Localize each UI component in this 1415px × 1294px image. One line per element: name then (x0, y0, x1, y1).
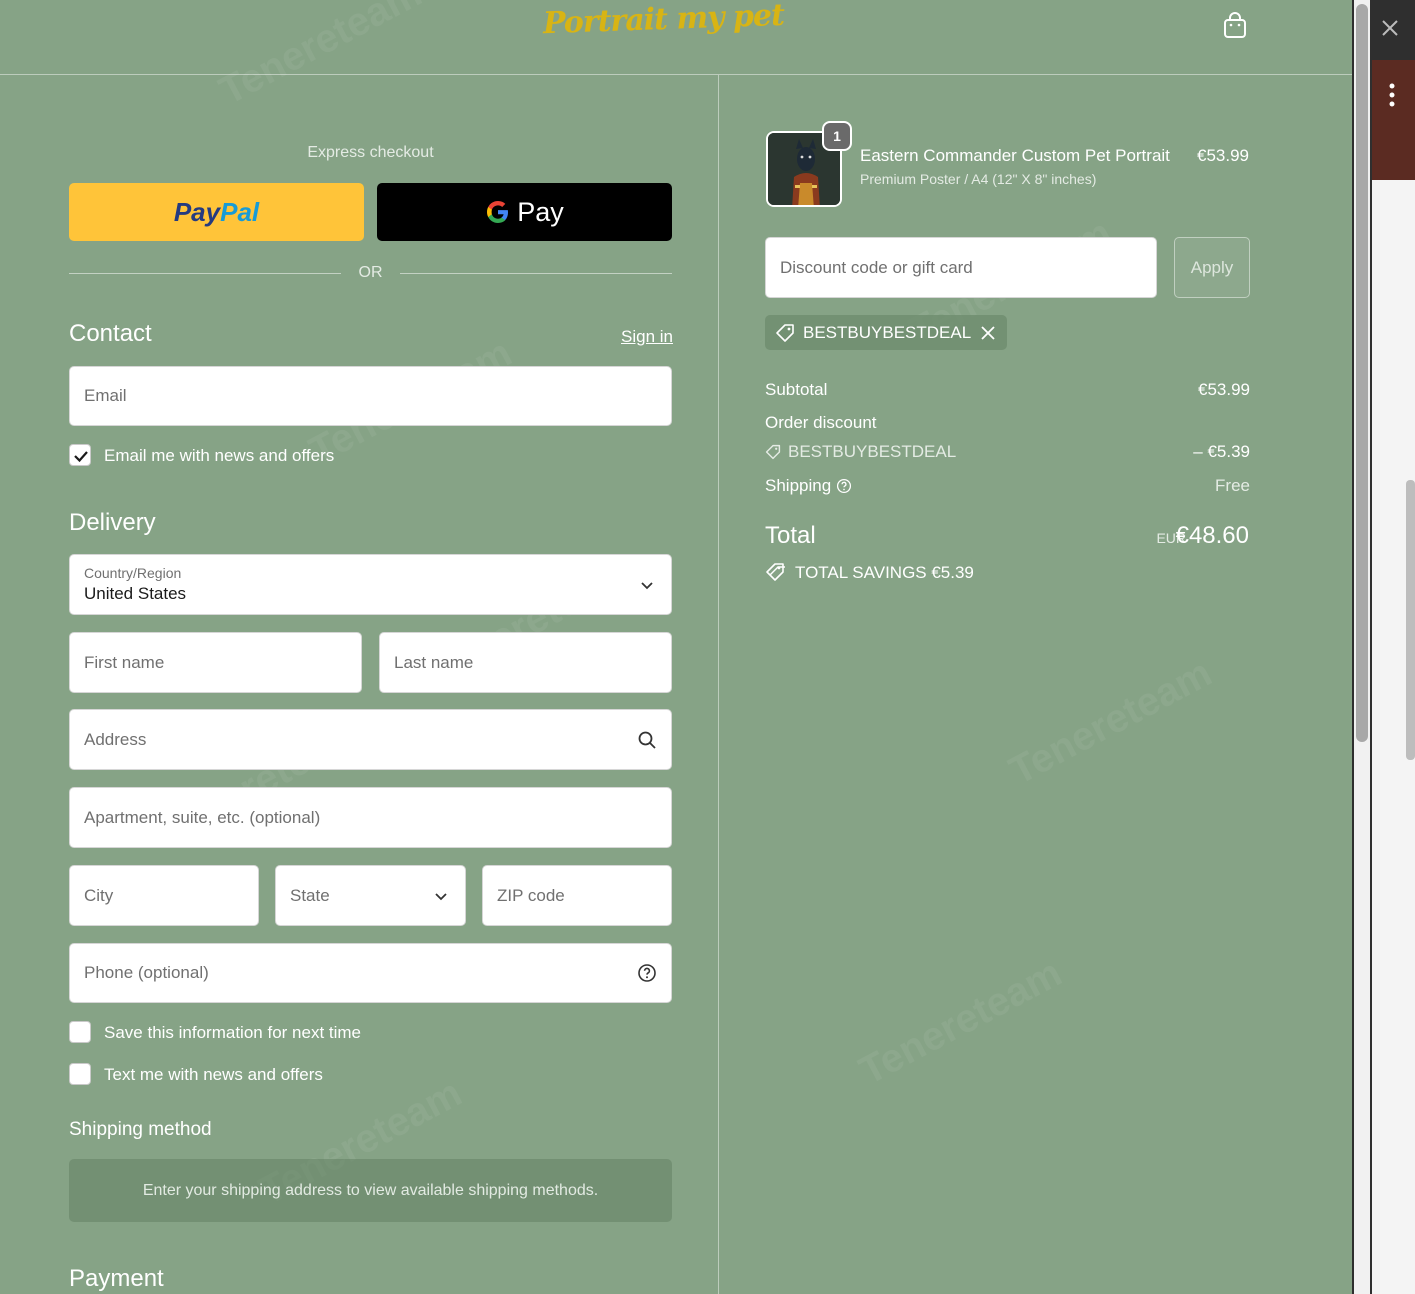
phone-placeholder: Phone (optional) (84, 963, 209, 982)
total-value: €48.60 (1175, 522, 1249, 549)
paypal-button[interactable]: Pay Pal (69, 183, 364, 241)
city-field[interactable]: City (69, 865, 259, 926)
phone-field[interactable]: Phone (optional) (69, 943, 672, 1003)
side-panel-scrollbar[interactable] (1406, 480, 1415, 760)
shopping-bag-icon[interactable] (1222, 12, 1248, 40)
order-discount-row: Order discount (765, 413, 1250, 433)
country-value: United States (84, 584, 187, 603)
shipping-row: Shipping Free (765, 476, 1250, 496)
last-name-placeholder: Last name (394, 652, 474, 672)
shipping-methods-placeholder: Enter your shipping address to view avai… (69, 1159, 672, 1222)
email-news-checkbox[interactable] (69, 444, 91, 466)
email-news-label: Email me with news and offers (104, 446, 335, 465)
remove-code-icon[interactable] (980, 325, 996, 341)
shipping-method-heading: Shipping method (69, 1119, 212, 1140)
search-icon (638, 731, 656, 749)
text-me-checkbox[interactable] (69, 1063, 91, 1085)
or-label: OR (358, 264, 383, 281)
google-pay-label: Pay (517, 196, 564, 227)
apartment-placeholder: Apartment, suite, etc. (optional) (84, 807, 321, 827)
subtotal-label: Subtotal (765, 380, 828, 399)
sign-in-link[interactable]: Sign in (621, 327, 673, 347)
quantity-badge: 1 (822, 121, 852, 151)
total-savings: TOTAL SAVINGS €5.39 (795, 563, 974, 582)
product-name: Eastern Commander Custom Pet Portrait (860, 146, 1170, 165)
shipping-label: Shipping (765, 476, 832, 495)
column-divider (718, 75, 719, 1294)
payment-heading: Payment (69, 1265, 164, 1292)
email-placeholder: Email (84, 386, 127, 405)
watermark: Tenereteam (852, 950, 1069, 1094)
subtotal-row: Subtotal €53.99 (765, 380, 1250, 400)
address-field[interactable]: Address (69, 709, 672, 770)
country-select[interactable]: Country/Region United States (69, 554, 672, 615)
zip-field[interactable]: ZIP code (482, 865, 672, 926)
country-label: Country/Region (84, 565, 182, 581)
more-options-icon[interactable] (1386, 82, 1398, 108)
first-name-placeholder: First name (84, 652, 165, 672)
product-price: €53.99 (1197, 146, 1249, 165)
discount-code-label: BESTBUYBESTDEAL (788, 442, 957, 461)
chevron-down-icon (641, 581, 653, 589)
tag-icon (776, 324, 794, 342)
chevron-down-icon (435, 892, 447, 900)
tag-icon (765, 444, 781, 460)
help-circle-icon[interactable] (836, 478, 852, 494)
checkmark-icon (74, 451, 88, 463)
savings-tag-icon (766, 563, 785, 581)
text-me-label: Text me with news and offers (104, 1065, 323, 1084)
email-field[interactable]: Email (69, 366, 672, 426)
last-name-field[interactable]: Last name (379, 632, 672, 693)
shipping-value: Free (1215, 476, 1250, 495)
express-checkout-label: Express checkout (307, 144, 434, 161)
apply-button[interactable]: Apply (1174, 237, 1250, 298)
discount-code-field[interactable]: Discount code or gift card (765, 237, 1157, 298)
or-divider: OR (69, 262, 672, 284)
subtotal-value: €53.99 (1198, 380, 1250, 399)
close-icon[interactable] (1380, 18, 1400, 38)
discount-value: – €5.39 (1193, 442, 1250, 461)
contact-heading: Contact (69, 320, 152, 347)
paypal-text-part2: Pal (220, 196, 260, 227)
applied-code-label: BESTBUYBESTDEAL (803, 323, 972, 342)
applied-discount-chip: BESTBUYBESTDEAL (765, 315, 1007, 350)
apartment-field[interactable]: Apartment, suite, etc. (optional) (69, 787, 672, 848)
save-info-checkbox[interactable] (69, 1021, 91, 1043)
paypal-text-part1: Pay (173, 196, 221, 227)
order-discount-label: Order discount (765, 413, 877, 432)
state-select[interactable]: State (275, 865, 466, 926)
city-placeholder: City (84, 885, 114, 905)
zip-placeholder: ZIP code (497, 885, 565, 905)
address-placeholder: Address (84, 729, 147, 749)
first-name-field[interactable]: First name (69, 632, 362, 693)
store-logo[interactable]: Portrait my pet (542, 0, 784, 41)
save-info-label: Save this information for next time (104, 1023, 362, 1042)
side-panel-header (1372, 60, 1415, 180)
help-circle-icon[interactable] (637, 963, 657, 983)
header: Portrait my pet (0, 0, 1352, 75)
google-g-icon (487, 201, 509, 223)
product-variant: Premium Poster / A4 (12" X 8" inches) (860, 171, 1097, 187)
discount-placeholder: Discount code or gift card (780, 258, 973, 277)
total-label: Total (765, 522, 816, 549)
state-placeholder: State (290, 885, 330, 905)
google-pay-button[interactable]: Pay (377, 183, 672, 241)
delivery-heading: Delivery (69, 509, 156, 536)
watermark: Tenereteam (1002, 650, 1219, 794)
scrollbar-thumb[interactable] (1356, 4, 1368, 742)
